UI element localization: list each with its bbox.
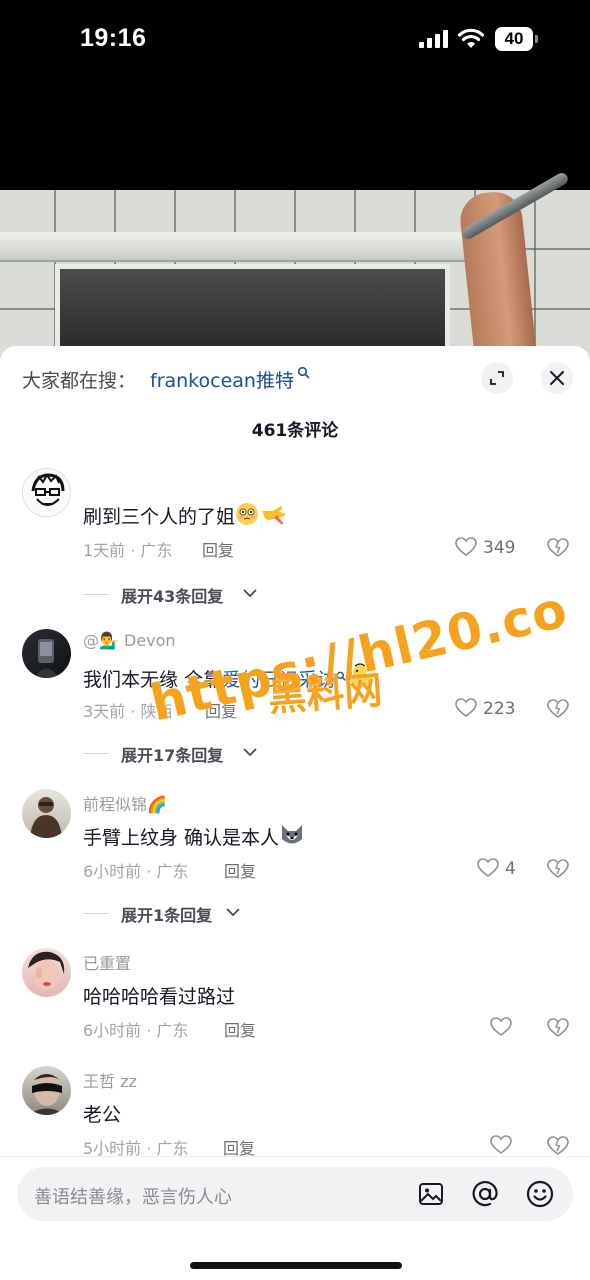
expand-replies-button[interactable]: 展开43条回复	[83, 583, 283, 607]
comment-item: @💁‍♂️ Devon 我们本无缘 全靠爱的日记采访 3天前 · 陕西 回复 2…	[0, 629, 590, 739]
search-icon	[297, 366, 310, 379]
comment-author[interactable]: 王哲 zz	[83, 1068, 137, 1092]
battery-level: 40	[495, 27, 533, 51]
avatar[interactable]	[22, 468, 71, 517]
comment-item: 已重置 哈哈哈哈看过路过 6小时前 · 广东 回复	[0, 948, 590, 1058]
chevron-down-icon	[243, 748, 257, 757]
comment-text: 老公	[83, 1104, 122, 1126]
avatar[interactable]	[22, 948, 71, 997]
like-button[interactable]: 4	[477, 858, 527, 880]
dislike-icon[interactable]	[547, 699, 569, 719]
status-time: 19:16	[80, 24, 147, 52]
status-bar: 19:16 40	[0, 0, 590, 82]
pointing-hand-emoji	[262, 506, 286, 525]
duck-emoji	[348, 663, 374, 687]
expand-replies-label: 展开17条回复	[121, 746, 224, 765]
like-count: 349	[483, 538, 516, 558]
divider	[0, 1156, 590, 1157]
search-term-link[interactable]: frankocean推特	[150, 366, 294, 393]
comment-author[interactable]: 已重置	[83, 950, 131, 974]
reply-button[interactable]: 回复	[202, 537, 234, 561]
reply-button[interactable]: 回复	[224, 858, 256, 882]
expand-icon	[490, 371, 504, 385]
like-count: 223	[483, 699, 516, 719]
comment-item: 刷到三个人的了姐 1天前 · 广东 回复 349	[0, 468, 590, 578]
comment-count: 461条评论	[251, 421, 339, 441]
flushed-emoji	[236, 503, 259, 525]
heart-icon	[455, 698, 477, 717]
dislike-icon[interactable]	[547, 538, 569, 558]
comment-author[interactable]: 前程似锦🌈	[83, 791, 167, 815]
close-button[interactable]	[541, 362, 573, 394]
comment-author[interactable]: @💁‍♂️ Devon	[83, 631, 176, 650]
comment-text: 刷到三个人的了姐	[83, 502, 287, 529]
comment-meta: 1天前 · 广东	[83, 541, 173, 560]
search-suggestion-row[interactable]: 大家都在搜： frankocean推特	[0, 346, 590, 410]
like-count: 4	[505, 859, 516, 879]
heart-icon	[477, 858, 499, 877]
like-button[interactable]	[490, 1017, 516, 1039]
video-player[interactable]	[0, 82, 590, 362]
avatar[interactable]	[22, 629, 71, 678]
heart-icon	[490, 1017, 512, 1036]
comment-item: 王哲 zz 老公 5小时前 · 广东 回复	[0, 1066, 590, 1176]
chevron-down-icon	[243, 589, 257, 598]
comment-input-placeholder: 善语结善缘，恶言伤人心	[34, 1187, 232, 1208]
search-icon	[336, 671, 346, 681]
comment-item: 前程似锦🌈 手臂上纹身 确认是本人 6小时前 · 广东 回复 4	[0, 789, 590, 899]
expand-button[interactable]	[481, 362, 513, 394]
expand-replies-label: 展开43条回复	[121, 587, 224, 606]
expand-replies-label: 展开1条回复	[121, 906, 213, 925]
dislike-icon[interactable]	[547, 1136, 569, 1156]
dislike-icon[interactable]	[547, 859, 569, 879]
at-icon[interactable]	[471, 1180, 499, 1208]
home-indicator[interactable]	[190, 1262, 402, 1269]
reply-button[interactable]: 回复	[205, 698, 237, 722]
avatar[interactable]	[22, 1066, 71, 1115]
signal-icon	[419, 30, 449, 48]
dislike-icon[interactable]	[547, 1018, 569, 1038]
image-icon[interactable]	[418, 1181, 444, 1207]
like-button[interactable]: 349	[455, 537, 525, 559]
like-button[interactable]: 223	[455, 698, 525, 720]
chevron-down-icon	[226, 908, 240, 917]
wifi-icon	[457, 28, 485, 48]
husky-emoji	[282, 825, 303, 844]
heart-icon	[490, 1135, 512, 1154]
expand-replies-button[interactable]: 展开17条回复	[83, 742, 283, 766]
comment-meta: 6小时前 · 广东	[83, 862, 189, 881]
search-prefix: 大家都在搜：	[22, 370, 137, 392]
expand-replies-button[interactable]: 展开1条回复	[83, 902, 263, 926]
comment-text: 手臂上纹身 确认是本人	[83, 823, 305, 850]
comment-meta: 6小时前 · 广东	[83, 1021, 189, 1040]
avatar[interactable]	[22, 789, 71, 838]
comment-meta: 3天前 · 陕西	[83, 702, 173, 721]
heart-icon	[455, 537, 477, 556]
comment-input[interactable]: 善语结善缘，恶言伤人心	[17, 1167, 573, 1221]
comment-sheet: 大家都在搜： frankocean推特 461条评论 刷到三个人的了姐 1天前 …	[0, 346, 590, 1280]
battery-icon: 40	[495, 27, 539, 51]
close-icon	[550, 371, 564, 385]
search-keyword-link[interactable]: 爱的日记采访	[222, 669, 336, 691]
reply-button[interactable]: 回复	[224, 1017, 256, 1041]
emoji-icon[interactable]	[526, 1180, 554, 1208]
like-button[interactable]	[490, 1135, 516, 1157]
comment-text: 哈哈哈哈看过路过	[83, 986, 236, 1008]
comment-text: 我们本无缘 全靠爱的日记采访	[83, 663, 375, 692]
